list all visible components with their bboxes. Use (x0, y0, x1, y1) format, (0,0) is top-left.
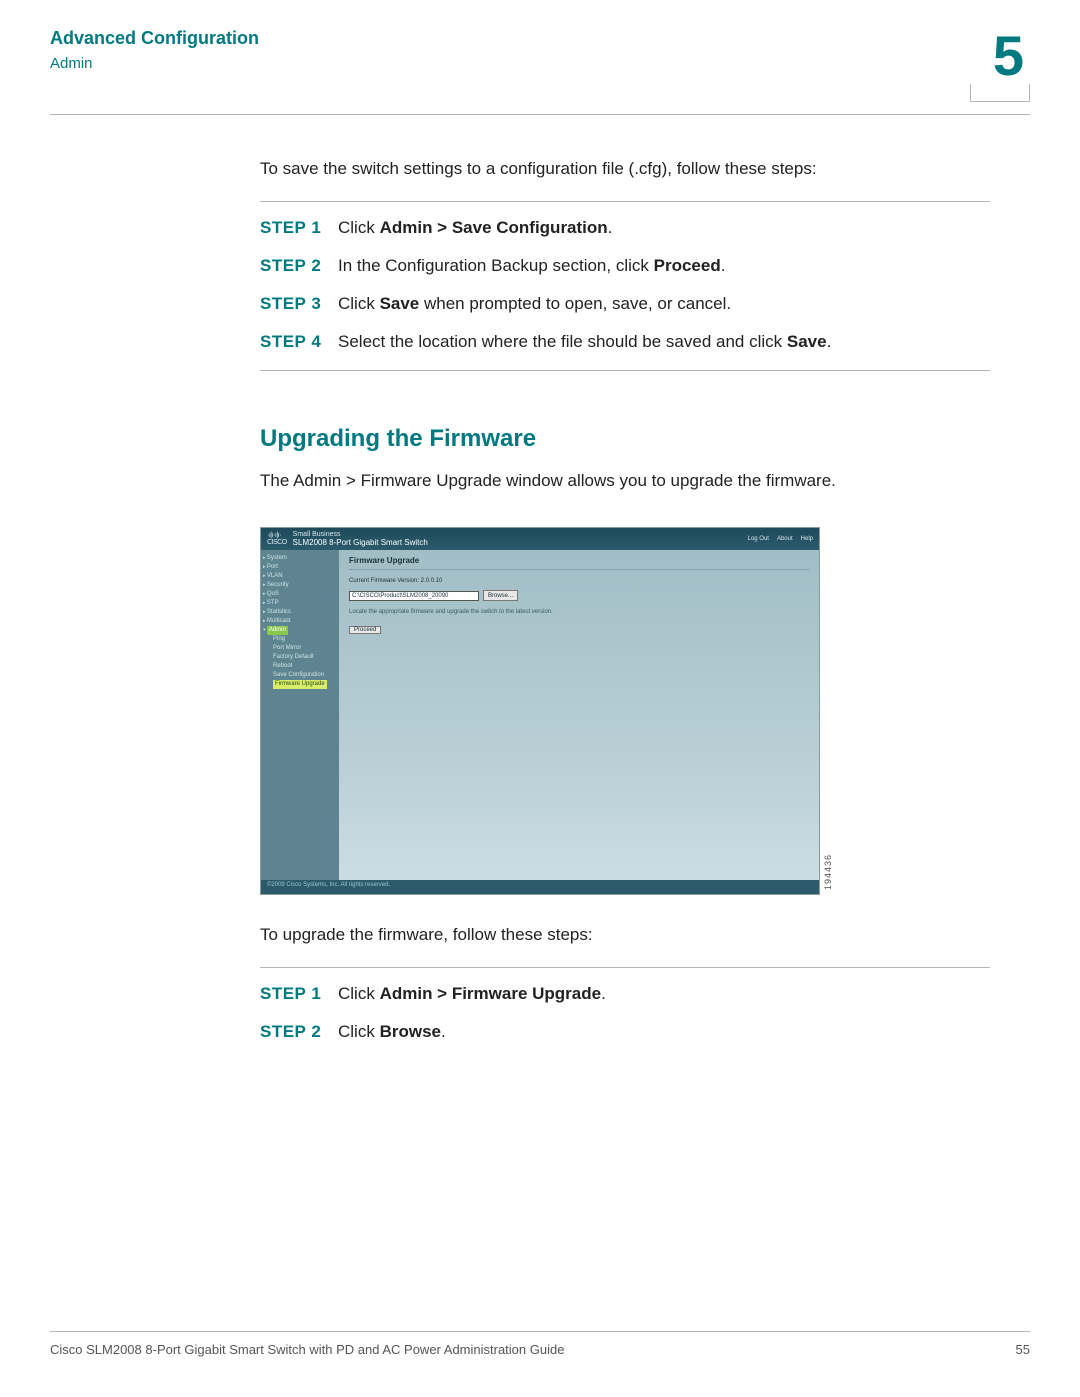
logout-link[interactable]: Log Out (748, 536, 769, 542)
firmware-path-input[interactable]: C:\CISCO\Product\SLM2008_20090 (349, 591, 479, 601)
footer-page-number: 55 (1016, 1342, 1030, 1357)
chapter-title: Advanced Configuration (50, 28, 259, 49)
step-label: STEP 2 (260, 1022, 322, 1042)
chapter-number: 5 (970, 28, 1030, 84)
nav-sub-reboot[interactable]: Reboot (263, 662, 337, 671)
firmware-upgrade-screenshot: ·ı|ı·ı|ı·CISCO Small Business SLM2008 8-… (260, 527, 820, 895)
brand-line2: SLM2008 8-Port Gigabit Smart Switch (293, 538, 428, 547)
nav-sub-portmirror[interactable]: Port Mirror (263, 644, 337, 653)
browse-button[interactable]: Browse... (483, 590, 518, 601)
save-config-steps: STEP 1 Click Admin > Save Configuration.… (260, 218, 990, 352)
step-row: STEP 1 Click Admin > Save Configuration. (260, 218, 990, 238)
steps-top-rule (260, 201, 990, 202)
firmware-version: Current Firmware Version: 2.0.0.10 (349, 578, 809, 584)
footer-doc-title: Cisco SLM2008 8-Port Gigabit Smart Switc… (50, 1342, 564, 1357)
upgrade-heading: Upgrading the Firmware (260, 425, 990, 453)
step-row: STEP 4 Select the location where the fil… (260, 332, 990, 352)
upgrade-steps-intro: To upgrade the firmware, follow these st… (260, 925, 990, 945)
nav-security[interactable]: Security (263, 581, 337, 590)
step-text: Select the location where the file shoul… (338, 332, 831, 352)
step-row: STEP 3 Click Save when prompted to open,… (260, 294, 990, 314)
nav-sub-saveconfig[interactable]: Save Configuration (263, 671, 337, 680)
nav-admin[interactable]: Admin (263, 626, 337, 635)
nav-sub-factorydefault[interactable]: Factory Default (263, 653, 337, 662)
step-text: Click Admin > Firmware Upgrade. (338, 984, 606, 1004)
step-label: STEP 4 (260, 332, 322, 352)
step-label: STEP 1 (260, 218, 322, 238)
nav-qos[interactable]: QoS (263, 590, 337, 599)
image-number: 194436 (823, 854, 833, 890)
nav-sub-firmwareupgrade[interactable]: Firmware Upgrade (263, 680, 337, 689)
steps-bottom-rule (260, 370, 990, 371)
save-config-intro: To save the switch settings to a configu… (260, 159, 990, 179)
step-label: STEP 1 (260, 984, 322, 1004)
upgrade-steps: STEP 1 Click Admin > Firmware Upgrade. S… (260, 984, 990, 1042)
proceed-button[interactable]: Proceed (349, 626, 381, 634)
step-row: STEP 2 In the Configuration Backup secti… (260, 256, 990, 276)
nav-vlan[interactable]: VLAN (263, 572, 337, 581)
nav-system[interactable]: System (263, 554, 337, 563)
header-rule (50, 114, 1030, 115)
step-text: Click Save when prompted to open, save, … (338, 294, 731, 314)
upgrade-steps-top-rule (260, 967, 990, 968)
screenshot-main: Firmware Upgrade Current Firmware Versio… (339, 550, 819, 880)
step-text: Click Admin > Save Configuration. (338, 218, 612, 238)
about-link[interactable]: About (777, 536, 793, 542)
screenshot-nav: System Port VLAN Security QoS STP Statis… (261, 550, 339, 880)
nav-port[interactable]: Port (263, 563, 337, 572)
brand-line1: Small Business (293, 531, 341, 538)
help-link[interactable]: Help (801, 536, 813, 542)
nav-multicast[interactable]: Multicast (263, 617, 337, 626)
upgrade-intro: The Admin > Firmware Upgrade window allo… (260, 471, 990, 491)
cisco-logo: ·ı|ı·ı|ı·CISCO (267, 532, 287, 546)
screenshot-footer: ©2009 Cisco Systems, Inc. All rights res… (261, 880, 819, 894)
nav-stp[interactable]: STP (263, 599, 337, 608)
step-text: Click Browse. (338, 1022, 446, 1042)
subsection-title: Admin (50, 55, 259, 72)
step-row: STEP 1 Click Admin > Firmware Upgrade. (260, 984, 990, 1004)
step-row: STEP 2 Click Browse. (260, 1022, 990, 1042)
nav-statistics[interactable]: Statistics (263, 608, 337, 617)
page-footer: Cisco SLM2008 8-Port Gigabit Smart Switc… (50, 1331, 1030, 1357)
footer-rule (50, 1331, 1030, 1332)
step-label: STEP 3 (260, 294, 322, 314)
step-label: STEP 2 (260, 256, 322, 276)
nav-sub-ping[interactable]: Ping (263, 635, 337, 644)
upgrade-hint: Locate the appropriate firmware and upgr… (349, 609, 809, 615)
panel-title: Firmware Upgrade (349, 556, 809, 570)
screenshot-header: ·ı|ı·ı|ı·CISCO Small Business SLM2008 8-… (261, 528, 819, 550)
page-header: Advanced Configuration Admin 5 (50, 28, 1030, 102)
step-text: In the Configuration Backup section, cli… (338, 256, 725, 276)
